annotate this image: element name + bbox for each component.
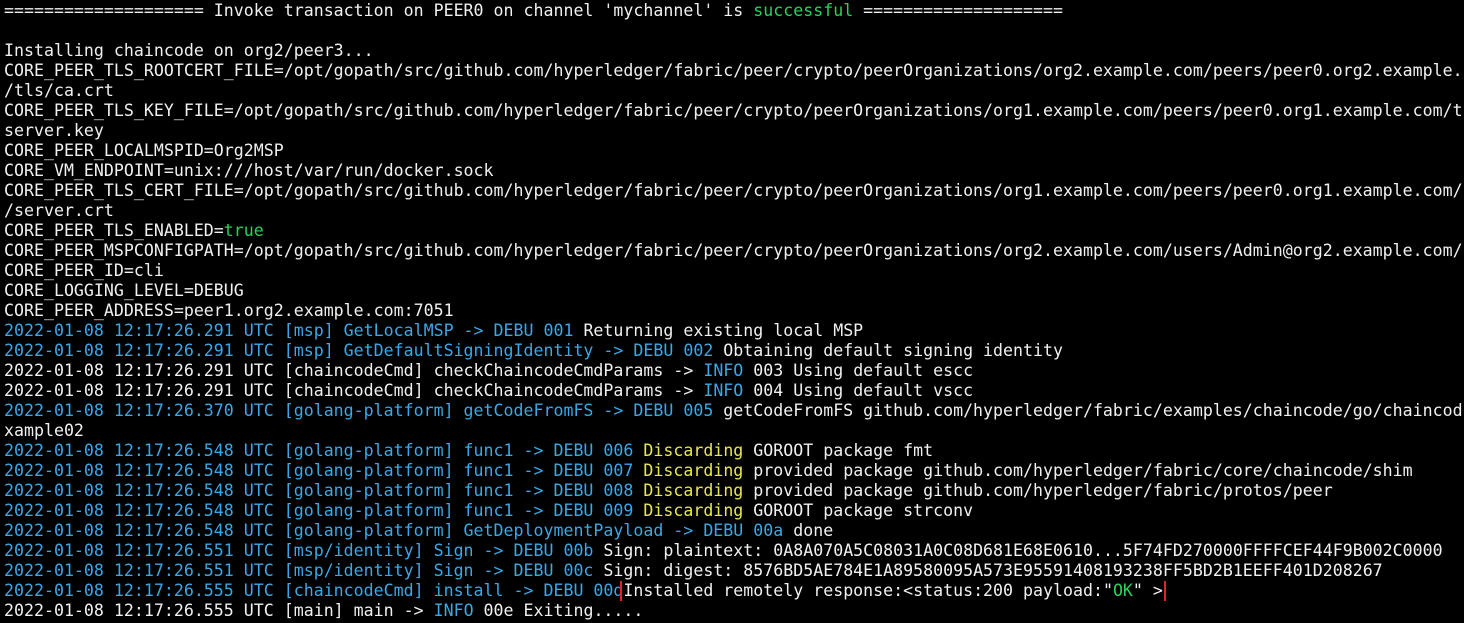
terminal-text: GOROOT package strconv bbox=[743, 501, 974, 520]
terminal-text: Sign: digest: 8576BD5AE784E1A89580095A57… bbox=[593, 561, 1383, 580]
terminal-text: Discarding bbox=[643, 441, 744, 460]
terminal-line: 2022-01-08 12:17:26.291 UTC [msp] GetLoc… bbox=[4, 321, 1464, 341]
terminal-text: CORE_PEER_TLS_ENABLED= bbox=[4, 221, 224, 240]
terminal-text: xample02 bbox=[4, 421, 84, 440]
terminal-text: 2022-01-08 12:17:26.548 UTC [golang-plat… bbox=[4, 441, 634, 460]
terminal-line: server.key bbox=[4, 121, 1464, 141]
terminal-line: 2022-01-08 12:17:26.291 UTC [chaincodeCm… bbox=[4, 381, 1464, 401]
terminal-line: CORE_VM_ENDPOINT=unix:///host/var/run/do… bbox=[4, 161, 1464, 181]
terminal-text: 00e Exiting..... bbox=[473, 601, 644, 620]
terminal-line: 2022-01-08 12:17:26.291 UTC [msp] GetDef… bbox=[4, 341, 1464, 361]
terminal-text: Discarding bbox=[643, 461, 744, 480]
terminal-text: 004 Using default vscc bbox=[743, 381, 974, 400]
terminal-line: CORE_PEER_LOCALMSPID=Org2MSP bbox=[4, 141, 1464, 161]
terminal-text: 2022-01-08 12:17:26.551 UTC [msp/identit… bbox=[4, 561, 594, 580]
terminal-text: CORE_PEER_MSPCONFIGPATH=/opt/gopath/src/… bbox=[4, 241, 1463, 260]
terminal-line: CORE_PEER_ID=cli bbox=[4, 261, 1464, 281]
terminal-text: Obtaining default signing identity bbox=[713, 341, 1063, 360]
terminal-line: CORE_PEER_MSPCONFIGPATH=/opt/gopath/src/… bbox=[4, 241, 1464, 261]
terminal-text: 2022-01-08 12:17:26.555 UTC [main] main … bbox=[4, 601, 434, 620]
terminal-text: 2022-01-08 12:17:26.291 UTC [chaincodeCm… bbox=[4, 381, 704, 400]
terminal-line: 2022-01-08 12:17:26.548 UTC [golang-plat… bbox=[4, 481, 1464, 501]
terminal-text: " > bbox=[1132, 581, 1163, 600]
terminal-line: /server.crt bbox=[4, 201, 1464, 221]
terminal-text: CORE_PEER_TLS_KEY_FILE=/opt/gopath/src/g… bbox=[4, 101, 1463, 120]
terminal-text: CORE_PEER_TLS_ROOTCERT_FILE=/opt/gopath/… bbox=[4, 61, 1463, 80]
terminal-text: server.key bbox=[4, 121, 104, 140]
terminal-text: INFO bbox=[703, 361, 744, 380]
terminal-text: CORE_PEER_ID=cli bbox=[4, 261, 164, 280]
terminal-text: Installing chaincode on org2/peer3... bbox=[4, 41, 374, 60]
terminal-text: ==================== bbox=[853, 1, 1063, 20]
terminal-line: 2022-01-08 12:17:26.551 UTC [msp/identit… bbox=[4, 541, 1464, 561]
terminal-line: 2022-01-08 12:17:26.555 UTC [chaincodeCm… bbox=[4, 581, 1464, 601]
terminal-text: Returning existing local MSP bbox=[573, 321, 864, 340]
terminal-line: CORE_PEER_TLS_ROOTCERT_FILE=/opt/gopath/… bbox=[4, 61, 1464, 81]
terminal-text: Sign: plaintext: 0A8A070A5C08031A0C08D68… bbox=[593, 541, 1443, 560]
terminal-line: CORE_PEER_TLS_KEY_FILE=/opt/gopath/src/g… bbox=[4, 101, 1464, 121]
terminal-line: 2022-01-08 12:17:26.548 UTC [golang-plat… bbox=[4, 461, 1464, 481]
terminal-output[interactable]: ==================== Invoke transaction … bbox=[4, 1, 1464, 623]
terminal-line: 2022-01-08 12:17:26.548 UTC [golang-plat… bbox=[4, 521, 1464, 541]
terminal-line: ==================== Invoke transaction … bbox=[4, 1, 1464, 21]
terminal-text: CORE_LOGGING_LEVEL=DEBUG bbox=[4, 281, 244, 300]
terminal-text: Discarding bbox=[643, 501, 744, 520]
terminal-line: 2022-01-08 12:17:26.291 UTC [chaincodeCm… bbox=[4, 361, 1464, 381]
terminal-text: 003 Using default escc bbox=[743, 361, 974, 380]
terminal-text: INFO bbox=[703, 381, 744, 400]
terminal-text: 2022-01-08 12:17:26.291 UTC [chaincodeCm… bbox=[4, 361, 704, 380]
terminal-text: CORE_PEER_ADDRESS=peer1.org2.example.com… bbox=[4, 301, 454, 320]
terminal-text: Discarding bbox=[643, 481, 744, 500]
terminal-line: 2022-01-08 12:17:26.551 UTC [msp/identit… bbox=[4, 561, 1464, 581]
terminal-text: /server.crt bbox=[4, 201, 114, 220]
terminal-line: CORE_PEER_TLS_CERT_FILE=/opt/gopath/src/… bbox=[4, 181, 1464, 201]
terminal-line: 2022-01-08 12:17:26.555 UTC [main] main … bbox=[4, 601, 1464, 621]
terminal-line: CORE_LOGGING_LEVEL=DEBUG bbox=[4, 281, 1464, 301]
terminal-text: 2022-01-08 12:17:26.548 UTC [golang-plat… bbox=[4, 461, 634, 480]
terminal-text: true bbox=[223, 221, 264, 240]
terminal-text: 2022-01-08 12:17:26.551 UTC [msp/identit… bbox=[4, 541, 594, 560]
terminal-text: 2022-01-08 12:17:26.370 UTC [golang-plat… bbox=[4, 401, 714, 420]
terminal-text: 2022-01-08 12:17:26.291 UTC [msp] GetDef… bbox=[4, 341, 714, 360]
terminal-line: CORE_PEER_TLS_ENABLED=true bbox=[4, 221, 1464, 241]
terminal-line: CORE_PEER_ADDRESS=peer1.org2.example.com… bbox=[4, 301, 1464, 321]
terminal-line: 2022-01-08 12:17:26.548 UTC [golang-plat… bbox=[4, 441, 1464, 461]
terminal-text: successful bbox=[753, 1, 854, 20]
terminal-text: getCodeFromFS github.com/hyperledger/fab… bbox=[713, 401, 1463, 420]
terminal-text: OK bbox=[1112, 581, 1133, 600]
terminal-text: CORE_VM_ENDPOINT=unix:///host/var/run/do… bbox=[4, 161, 494, 180]
highlight-box: Installed remotely response:<status:200 … bbox=[620, 581, 1166, 601]
terminal-text: Installed remotely response:<status:200 … bbox=[623, 581, 1113, 600]
terminal-text: 2022-01-08 12:17:26.548 UTC [golang-plat… bbox=[4, 521, 784, 540]
terminal-text: /tls/ca.crt bbox=[4, 81, 114, 100]
terminal-text: provided package github.com/hyperledger/… bbox=[743, 481, 1333, 500]
terminal-line: xample02 bbox=[4, 421, 1464, 441]
terminal-text: 2022-01-08 12:17:26.548 UTC [golang-plat… bbox=[4, 501, 634, 520]
terminal-text: 2022-01-08 12:17:26.291 UTC [msp] GetLoc… bbox=[4, 321, 574, 340]
terminal-text: 2022-01-08 12:17:26.548 UTC [golang-plat… bbox=[4, 481, 634, 500]
terminal-text: 2022-01-08 12:17:26.555 UTC [chaincodeCm… bbox=[4, 581, 624, 600]
terminal-line: 2022-01-08 12:17:26.548 UTC [golang-plat… bbox=[4, 501, 1464, 521]
terminal-line: Installing chaincode on org2/peer3... bbox=[4, 41, 1464, 61]
terminal-text: CORE_PEER_TLS_CERT_FILE=/opt/gopath/src/… bbox=[4, 181, 1463, 200]
terminal-line: 2022-01-08 12:17:26.370 UTC [golang-plat… bbox=[4, 401, 1464, 421]
terminal-text: GOROOT package fmt bbox=[743, 441, 934, 460]
terminal-text: ==================== Invoke transaction … bbox=[4, 1, 754, 20]
terminal-text: CORE_PEER_LOCALMSPID=Org2MSP bbox=[4, 141, 284, 160]
terminal-text: provided package github.com/hyperledger/… bbox=[743, 461, 1413, 480]
terminal-text: INFO bbox=[433, 601, 474, 620]
terminal-line: /tls/ca.crt bbox=[4, 81, 1464, 101]
terminal-text: done bbox=[783, 521, 834, 540]
